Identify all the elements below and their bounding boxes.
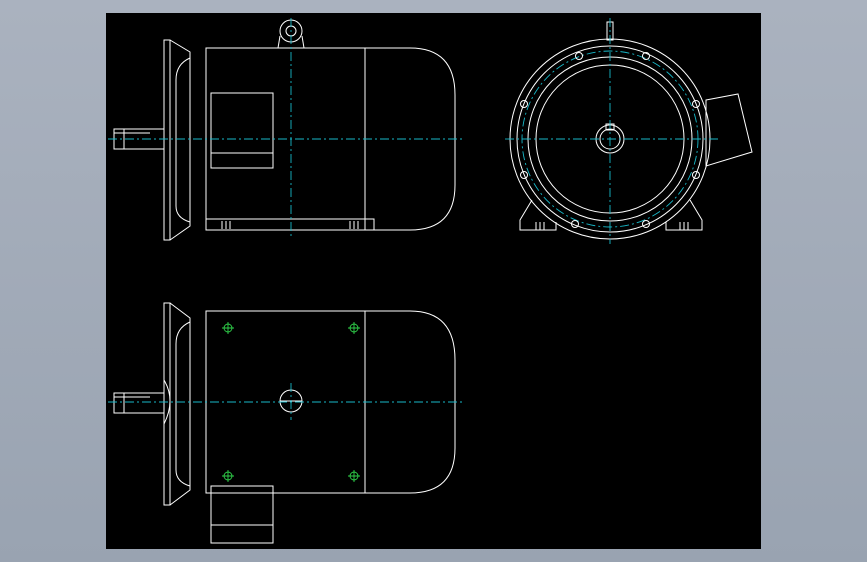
foot-left <box>519 199 557 231</box>
flange-top <box>163 302 171 506</box>
foot-bar <box>205 218 375 231</box>
shaft-top <box>113 392 165 414</box>
terminal-box-end <box>705 93 753 167</box>
cad-drawing <box>108 18 753 544</box>
flange <box>163 39 171 241</box>
end-view <box>505 18 753 244</box>
top-view <box>108 302 462 544</box>
side-view <box>108 18 462 241</box>
flange-taper <box>169 39 191 241</box>
terminal-box-top <box>210 485 274 544</box>
terminal-box <box>210 92 274 169</box>
cad-model-viewport[interactable] <box>106 13 761 549</box>
